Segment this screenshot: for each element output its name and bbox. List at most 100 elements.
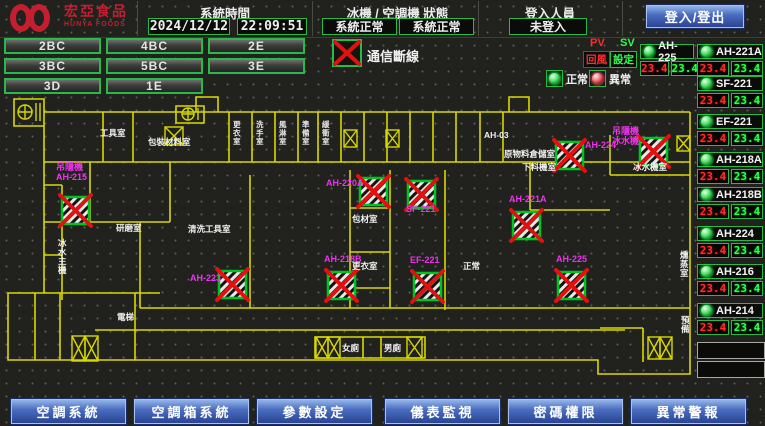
pv-value: 23.4 bbox=[697, 93, 729, 108]
comm-loss-label: 通信斷線 bbox=[367, 46, 419, 65]
sv-value: 23.4 bbox=[731, 93, 763, 108]
equipment-marker-AH-224[interactable]: AH-224 bbox=[554, 140, 616, 171]
monitor-item-sf-221[interactable]: SF-221 bbox=[697, 76, 763, 91]
room-label: 男廁 bbox=[384, 343, 402, 353]
room-label: 冰水機室 bbox=[633, 162, 668, 172]
floor-button-3d[interactable]: 3D bbox=[4, 78, 101, 94]
status-led-icon bbox=[700, 188, 713, 201]
floor-button-5bc[interactable]: 5BC bbox=[106, 58, 203, 74]
equipment-marker-SF-221[interactable]: SF-221 bbox=[406, 179, 437, 214]
nav-button-4[interactable]: 儀表監視 bbox=[385, 399, 500, 424]
stairs-icon bbox=[18, 103, 40, 121]
room-label: 預備 bbox=[681, 315, 690, 334]
comm-loss-legend bbox=[332, 39, 362, 72]
monitor-item-ah-218b[interactable]: AH-218B bbox=[697, 187, 763, 202]
status-led-icon bbox=[700, 77, 713, 90]
pv-value: 23.4 bbox=[697, 281, 729, 296]
equipment-label: AH-225 bbox=[556, 254, 587, 264]
status-led-icon bbox=[700, 304, 713, 317]
sv-label: SV bbox=[620, 37, 635, 49]
floor-button-2bc[interactable]: 2BC bbox=[4, 38, 101, 54]
floor-button-3e[interactable]: 3E bbox=[208, 58, 305, 74]
monitor-item-values: 23.423.4 bbox=[697, 61, 763, 76]
room-label: 研磨室 bbox=[116, 223, 142, 233]
monitor-item-name: AH-214 bbox=[716, 305, 754, 317]
login-logout-button[interactable]: 登入/登出 bbox=[646, 5, 744, 28]
monitor-item-values: 23.423.4 bbox=[640, 61, 694, 76]
room-label-vertical: 風淋室 bbox=[279, 120, 287, 146]
equipment-marker-EF-221[interactable]: EF-221 bbox=[410, 255, 443, 302]
equipment-marker-AH-221A[interactable]: AH-221A bbox=[509, 194, 547, 241]
monitor-item-ef-221[interactable]: EF-221 bbox=[697, 114, 763, 129]
nav-button-1[interactable]: 空調系統 bbox=[11, 399, 126, 424]
chiller-status-value: 系統正常 bbox=[322, 18, 397, 35]
monitor-item-ah-224[interactable]: AH-224 bbox=[697, 226, 763, 241]
equipment-label: AH-220A bbox=[326, 178, 364, 188]
room-label: 燻蒸室 bbox=[680, 250, 689, 278]
floor-button-1e[interactable]: 1E bbox=[106, 78, 203, 94]
pv-value: 23.4 bbox=[640, 61, 669, 76]
sv-value: 23.4 bbox=[731, 281, 763, 296]
equipment-marker-AH-220A[interactable]: AH-220A bbox=[326, 176, 389, 207]
sv-value: 23.4 bbox=[731, 204, 763, 219]
floor-button-2e[interactable]: 2E bbox=[208, 38, 305, 54]
monitor-item-ah-225[interactable]: AH-225 bbox=[640, 44, 694, 59]
header-bar: 宏亞食品 HUNYA FOODS 系統時間 2024/12/12 22:09:5… bbox=[0, 0, 765, 38]
equipment-marker-冰水機[interactable]: 吊隱機冰水機 bbox=[612, 125, 669, 167]
room-label: 清洗工具室 bbox=[188, 224, 231, 234]
equipment-label: SF-221 bbox=[406, 204, 436, 214]
monitor-item-name: EF-221 bbox=[716, 116, 752, 128]
monitor-item-ah-214[interactable]: AH-214 bbox=[697, 303, 763, 318]
room-label: 更衣室 bbox=[352, 261, 378, 271]
monitor-item-values: 23.423.4 bbox=[697, 93, 763, 108]
brand-name-en: HUNYA FOODS bbox=[64, 21, 128, 28]
logo-icon bbox=[8, 3, 60, 33]
equipment-label: 吊隱機冰水機 bbox=[612, 125, 639, 146]
equipment-marker-AH-225[interactable]: AH-225 bbox=[556, 254, 587, 301]
monitor-item-values: 23.423.4 bbox=[697, 243, 763, 258]
equipment-marker-AH-223[interactable]: AH-223 bbox=[190, 269, 248, 300]
shaft-x-icon bbox=[648, 337, 660, 359]
sv-value: 23.4 bbox=[671, 61, 700, 76]
shaft-x-icon bbox=[677, 136, 690, 151]
nav-button-3[interactable]: 參數設定 bbox=[257, 399, 372, 424]
pv-value: 23.4 bbox=[697, 61, 729, 76]
floor-button-3bc[interactable]: 3BC bbox=[4, 58, 101, 74]
monitor-item-ah-221a[interactable]: AH-221A bbox=[697, 44, 763, 59]
pv-value: 23.4 bbox=[697, 243, 729, 258]
nav-button-5[interactable]: 密碼權限 bbox=[508, 399, 623, 424]
room-label: 下料機室 bbox=[522, 162, 557, 172]
equipment-label: EF-221 bbox=[410, 255, 440, 265]
shaft-x-icon bbox=[660, 337, 672, 359]
monitor-item-ah-218a[interactable]: AH-218A bbox=[697, 152, 763, 167]
nav-button-2[interactable]: 空調箱系統 bbox=[134, 399, 249, 424]
floor-button-4bc[interactable]: 4BC bbox=[106, 38, 203, 54]
monitor-item-values: 23.423.4 bbox=[697, 131, 763, 146]
pv-value: 23.4 bbox=[697, 320, 729, 335]
equipment-marker-AH-215[interactable]: 吊隱機AH-215 bbox=[56, 161, 91, 226]
legend-normal: 正常 bbox=[546, 70, 588, 87]
monitor-item-ah-216[interactable]: AH-216 bbox=[697, 264, 763, 279]
shaft-x-icon bbox=[72, 336, 85, 361]
sv-value: 23.4 bbox=[731, 131, 763, 146]
nav-wrap: 儀表監視 bbox=[384, 398, 501, 425]
equipment-label: AH-221A bbox=[509, 194, 547, 204]
monitor-item-name: AH-221A bbox=[716, 46, 762, 58]
status-led-icon bbox=[643, 45, 655, 58]
shaft-x-icon bbox=[316, 337, 328, 358]
status-led-icon bbox=[700, 45, 713, 58]
room-label: 原物料倉儲室 bbox=[504, 149, 556, 159]
floor-selector-group: 2BC 4BC 2E 3BC 5BC 3E 3D 1E bbox=[4, 38, 314, 98]
monitor-item-values: 23.423.4 bbox=[697, 320, 763, 335]
monitor-empty-slot bbox=[697, 342, 765, 359]
pv-value: 23.4 bbox=[697, 169, 729, 184]
nav-button-6[interactable]: 異常警報 bbox=[631, 399, 746, 424]
comm-loss-icon bbox=[332, 39, 362, 67]
login-status-value: 未登入 bbox=[509, 18, 587, 35]
sv-value: 23.4 bbox=[731, 320, 763, 335]
monitor-item-name: SF-221 bbox=[716, 78, 752, 90]
map-walls bbox=[8, 97, 690, 374]
room-label-vertical: 緩衝室 bbox=[321, 119, 330, 146]
ahu-status-value: 系統正常 bbox=[399, 18, 474, 35]
monitor-item-name: AH-224 bbox=[716, 228, 754, 240]
